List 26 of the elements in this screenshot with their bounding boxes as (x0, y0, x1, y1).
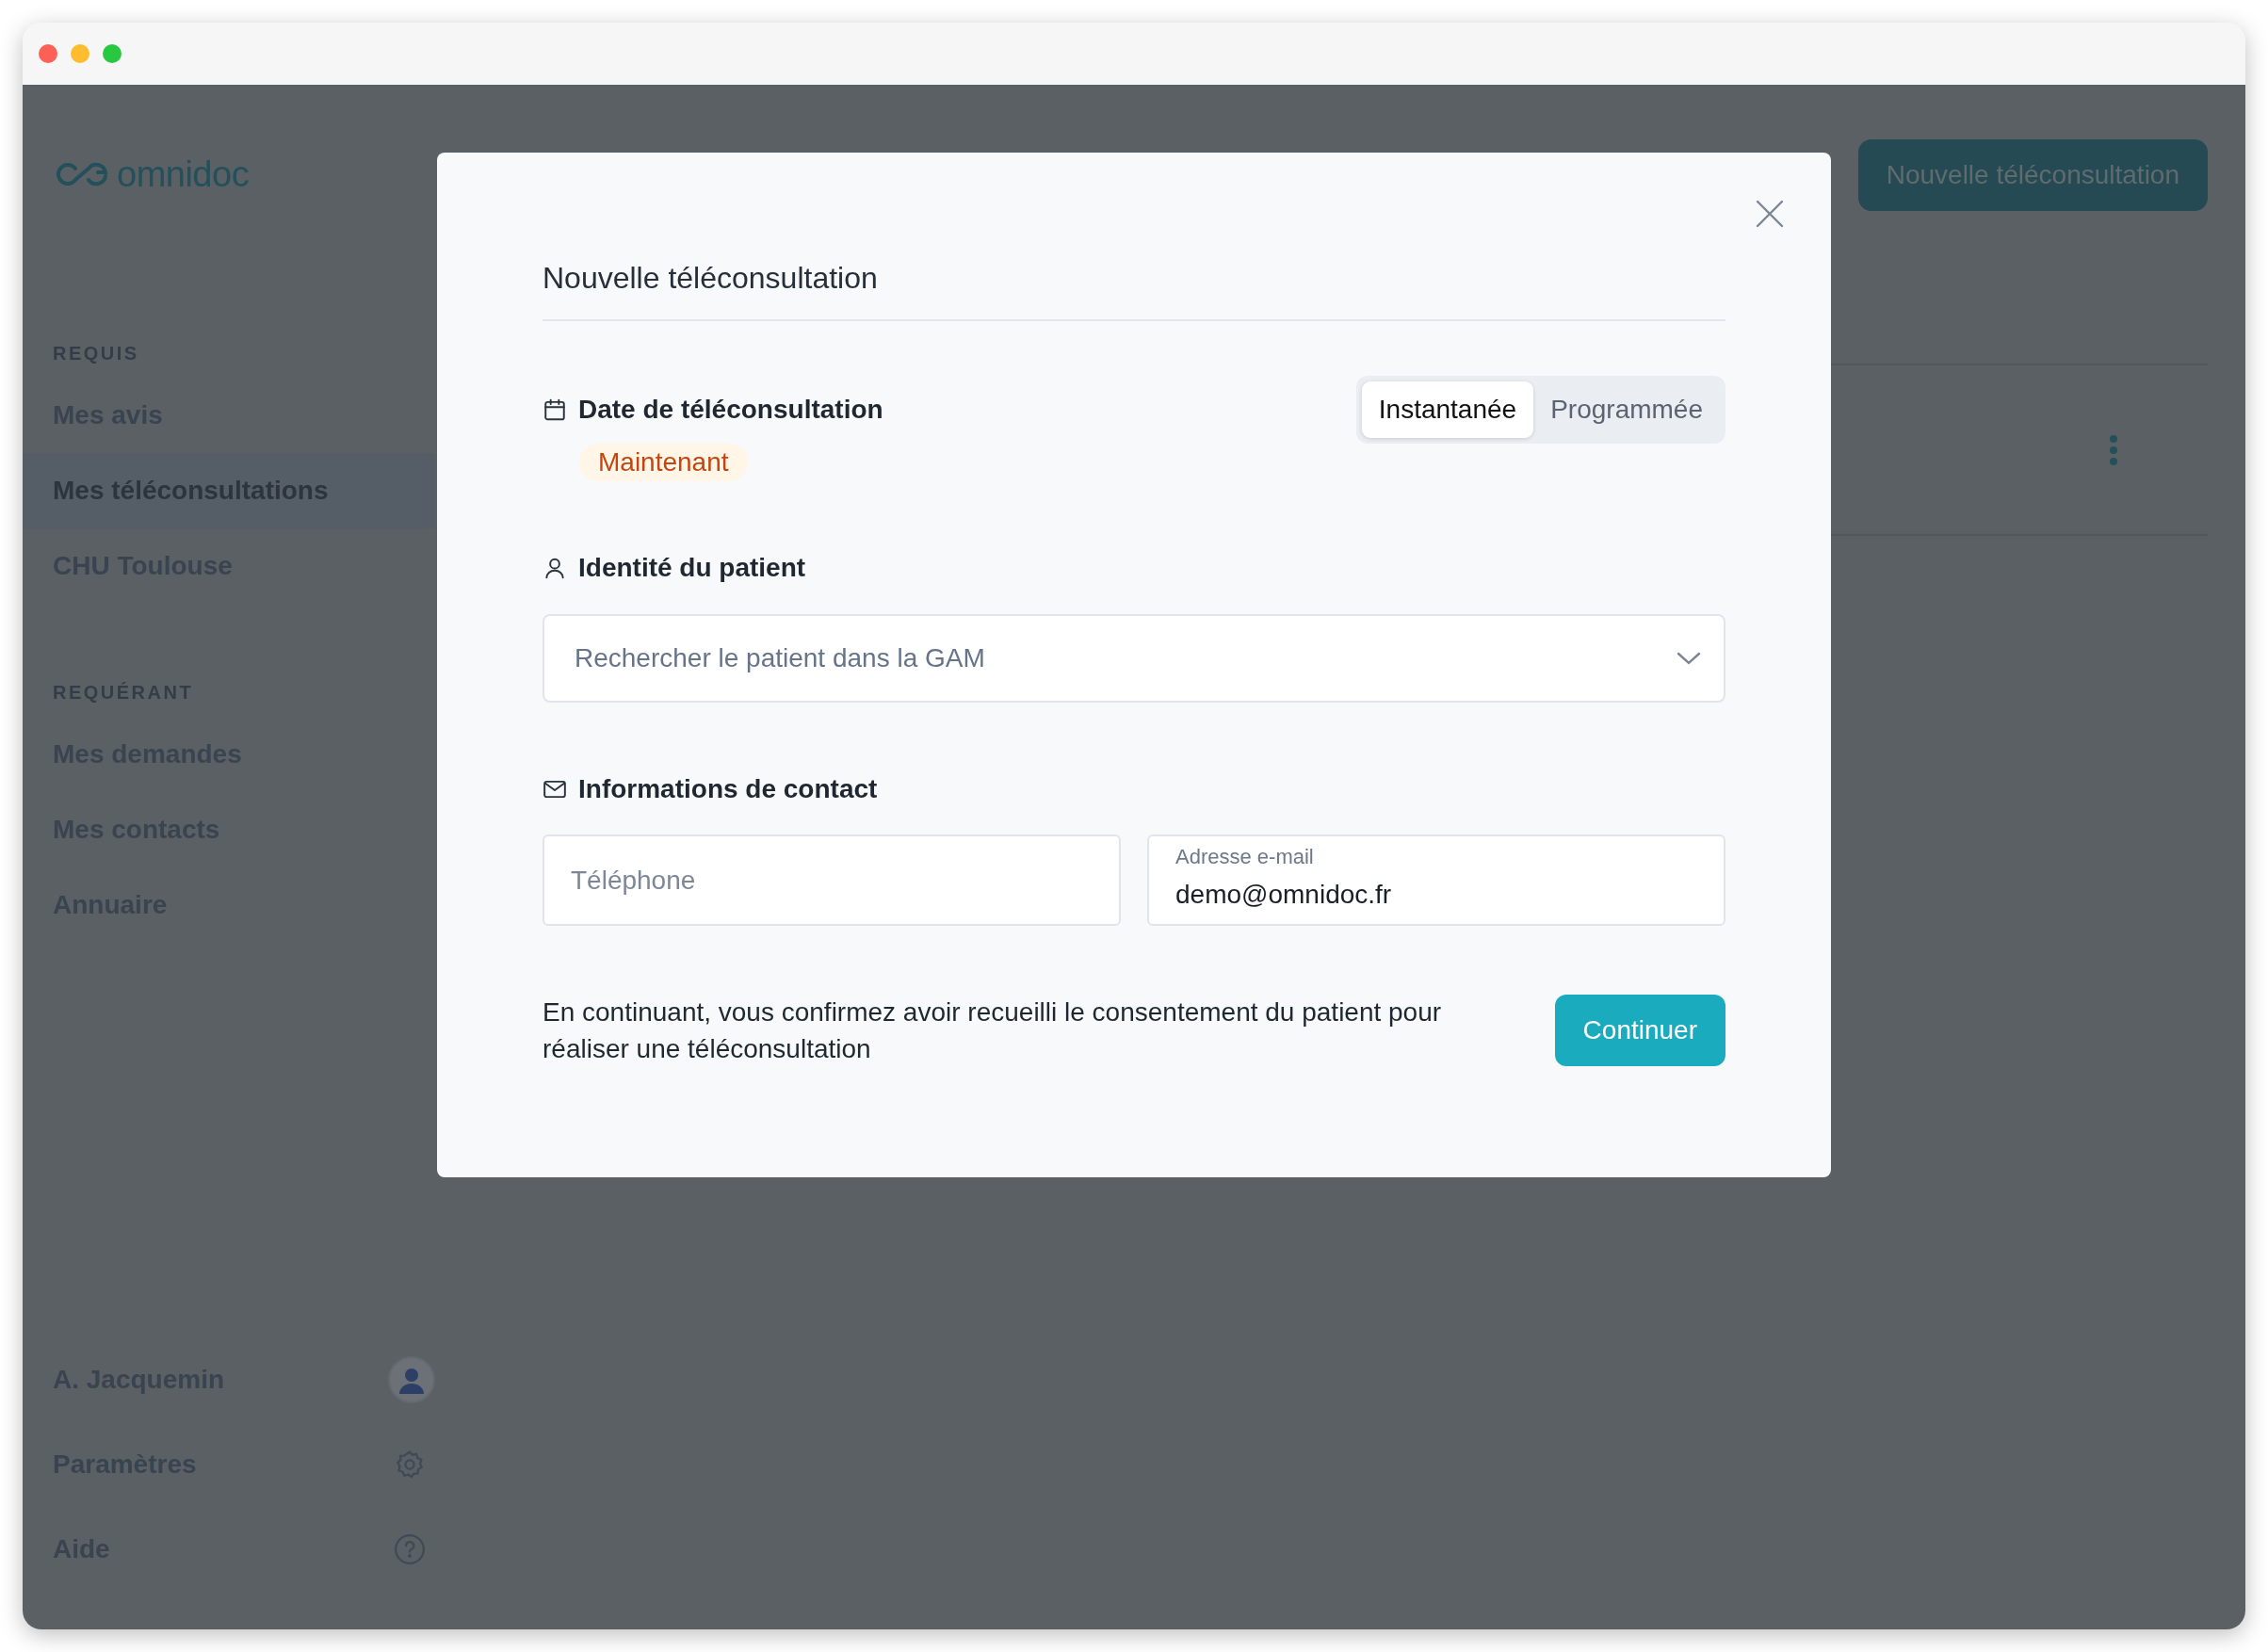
dialog-title: Nouvelle téléconsultation (543, 259, 1725, 321)
consent-text: En continuant, vous confirmez avoir recueilli le consentement du patient pour réaliser une téléconsultation (543, 996, 1443, 1065)
email-field[interactable]: Adresse e-mail demo@omnidoc.fr (1147, 834, 1725, 926)
mode-tab[interactable]: Instantanée (1361, 381, 1534, 438)
section-label: Date de téléconsultation (578, 394, 883, 426)
logo-icon (55, 161, 109, 187)
person-icon (543, 556, 567, 580)
avatar[interactable] (388, 1356, 435, 1403)
phone-field[interactable]: Téléphone (543, 834, 1121, 926)
section-label: Identité du patient (578, 552, 806, 584)
minimize-window-button[interactable] (71, 44, 89, 63)
logo-text: omnidoc (117, 154, 250, 195)
help-icon[interactable] (394, 1533, 426, 1565)
new-teleconsultation-button[interactable]: Nouvelle téléconsultation (1857, 139, 2208, 211)
settings-icon[interactable] (394, 1449, 426, 1481)
email-input[interactable]: demo@omnidoc.fr (1175, 878, 1697, 912)
calendar-icon (543, 397, 567, 422)
continue-button[interactable]: Continuer (1554, 995, 1725, 1066)
mode-tab[interactable]: Programmée (1533, 381, 1720, 438)
chevron-down-icon (1677, 651, 1701, 666)
patient-search-dropdown[interactable]: Rechercher le patient dans la GAM (543, 614, 1725, 703)
zoom-window-button[interactable] (103, 44, 122, 63)
close-window-button[interactable] (39, 44, 57, 63)
close-icon[interactable] (1756, 200, 1784, 228)
time-badge: Maintenant (579, 444, 748, 481)
section-label: Informations de contact (578, 773, 878, 805)
